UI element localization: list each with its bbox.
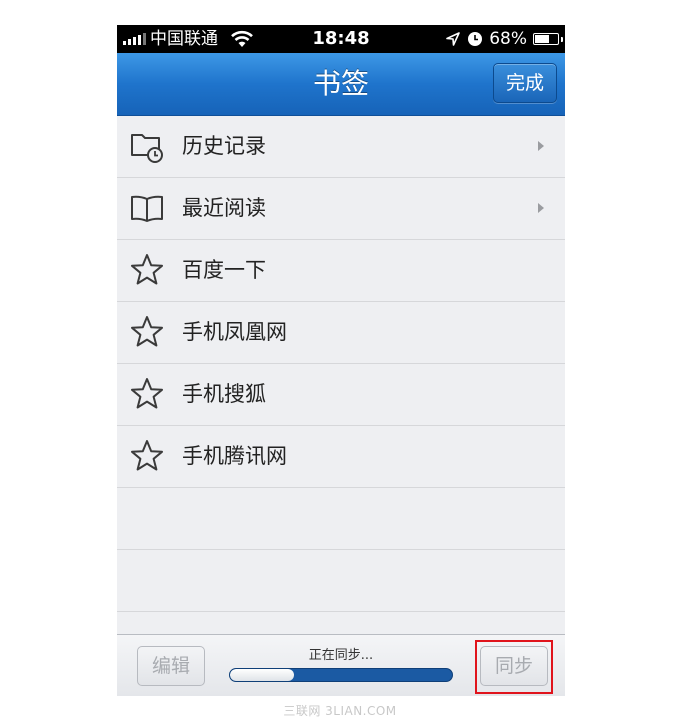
list-item-label: 手机腾讯网 xyxy=(182,444,287,468)
navigation-bar: 书签 完成 xyxy=(117,53,565,116)
watermark: 三联网 3LIAN.COM xyxy=(283,704,397,718)
empty-row xyxy=(117,488,565,550)
status-bar: 中国联通 18:48 68% xyxy=(117,25,565,53)
list-item-label: 手机搜狐 xyxy=(182,382,266,406)
battery-icon xyxy=(533,33,563,45)
bottom-toolbar: 编辑 正在同步... 同步 xyxy=(117,634,565,696)
empty-row xyxy=(117,550,565,612)
alarm-clock-icon xyxy=(468,32,483,46)
list-item-bookmark-qq[interactable]: 手机腾讯网 xyxy=(117,426,565,488)
list-item-recent-reading[interactable]: 最近阅读 xyxy=(117,178,565,240)
battery-percent: 68% xyxy=(489,29,527,49)
list-item-bookmark-ifeng[interactable]: 手机凤凰网 xyxy=(117,302,565,364)
star-icon xyxy=(131,378,163,409)
battery-level-fill xyxy=(535,35,550,43)
phone-screen: 中国联通 18:48 68% 书签 完成 历史记录 最近阅读 百度一下 手机凤凰… xyxy=(117,25,565,696)
status-right: 68% xyxy=(445,25,563,53)
done-button[interactable]: 完成 xyxy=(493,63,557,103)
list-item-label: 最近阅读 xyxy=(182,196,266,220)
edit-button[interactable]: 编辑 xyxy=(137,646,205,686)
book-icon xyxy=(131,195,163,222)
list-item-label: 历史记录 xyxy=(182,134,266,158)
list-item-label: 手机凤凰网 xyxy=(182,320,287,344)
sync-progress-fill xyxy=(230,669,295,681)
list-item-label: 百度一下 xyxy=(182,258,266,282)
bookmark-list: 历史记录 最近阅读 百度一下 手机凤凰网 手机搜狐 手机腾讯网 xyxy=(117,116,565,612)
star-icon xyxy=(131,316,163,347)
sync-button-highlight-box xyxy=(475,640,553,694)
list-item-history[interactable]: 历史记录 xyxy=(117,116,565,178)
star-icon xyxy=(131,440,163,471)
star-icon xyxy=(131,254,163,285)
sync-status-text: 正在同步... xyxy=(308,648,374,663)
chevron-right-icon xyxy=(538,141,544,151)
chevron-right-icon xyxy=(538,203,544,213)
list-item-bookmark-sohu[interactable]: 手机搜狐 xyxy=(117,364,565,426)
location-arrow-icon xyxy=(446,32,461,46)
list-item-bookmark-baidu[interactable]: 百度一下 xyxy=(117,240,565,302)
history-folder-icon xyxy=(131,134,163,163)
sync-progress-bar xyxy=(229,668,453,682)
